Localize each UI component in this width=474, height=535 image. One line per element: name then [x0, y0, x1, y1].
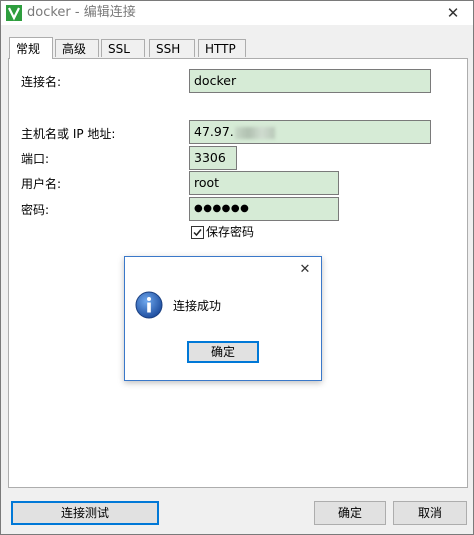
- dialog-title-bar[interactable]: ✕: [125, 257, 321, 283]
- tab-advanced[interactable]: 高级: [55, 39, 99, 57]
- checkmark-icon: [193, 229, 202, 237]
- tab-general[interactable]: 常规: [9, 37, 53, 59]
- host-label: 主机名或 IP 地址:: [21, 127, 116, 141]
- connection-name-label: 连接名:: [21, 75, 62, 89]
- connection-name-input[interactable]: docker: [189, 69, 431, 93]
- dialog-close-icon[interactable]: ✕: [295, 260, 315, 280]
- info-icon: [135, 291, 163, 319]
- username-input[interactable]: root: [189, 171, 339, 195]
- port-label: 端口:: [21, 152, 50, 166]
- tab-http[interactable]: HTTP: [198, 39, 246, 57]
- window-title: docker - 编辑连接: [27, 5, 136, 20]
- cancel-button[interactable]: 取消: [393, 501, 467, 525]
- title-bar[interactable]: docker - 编辑连接 ✕: [1, 1, 473, 25]
- dialog-body: 连接成功 确定: [125, 283, 321, 380]
- dialog-message: 连接成功: [173, 299, 222, 313]
- password-label: 密码:: [21, 203, 50, 217]
- redacted-host-blur: [234, 126, 275, 139]
- password-input[interactable]: ●●●●●●: [189, 197, 339, 221]
- tab-ssl[interactable]: SSL: [101, 39, 145, 57]
- connection-success-dialog: ✕ 连接成功 确定: [124, 256, 322, 381]
- ok-button[interactable]: 确定: [314, 501, 386, 525]
- test-connection-button[interactable]: 连接测试: [11, 501, 159, 525]
- edit-connection-window: docker - 编辑连接 ✕ 常规 高级 SSL SSH HTTP 连接名: …: [0, 0, 474, 535]
- port-input[interactable]: 3306: [189, 146, 237, 170]
- username-label: 用户名:: [21, 177, 62, 191]
- save-password-label: 保存密码: [206, 225, 255, 239]
- navicat-app-icon: [6, 5, 22, 21]
- dialog-ok-button[interactable]: 确定: [187, 341, 259, 363]
- save-password-checkbox[interactable]: [191, 226, 204, 239]
- host-input[interactable]: 47.97.: [189, 120, 431, 144]
- tab-ssh[interactable]: SSH: [149, 39, 195, 57]
- host-value: 47.97.: [194, 124, 234, 139]
- window-close-icon[interactable]: ✕: [439, 2, 467, 24]
